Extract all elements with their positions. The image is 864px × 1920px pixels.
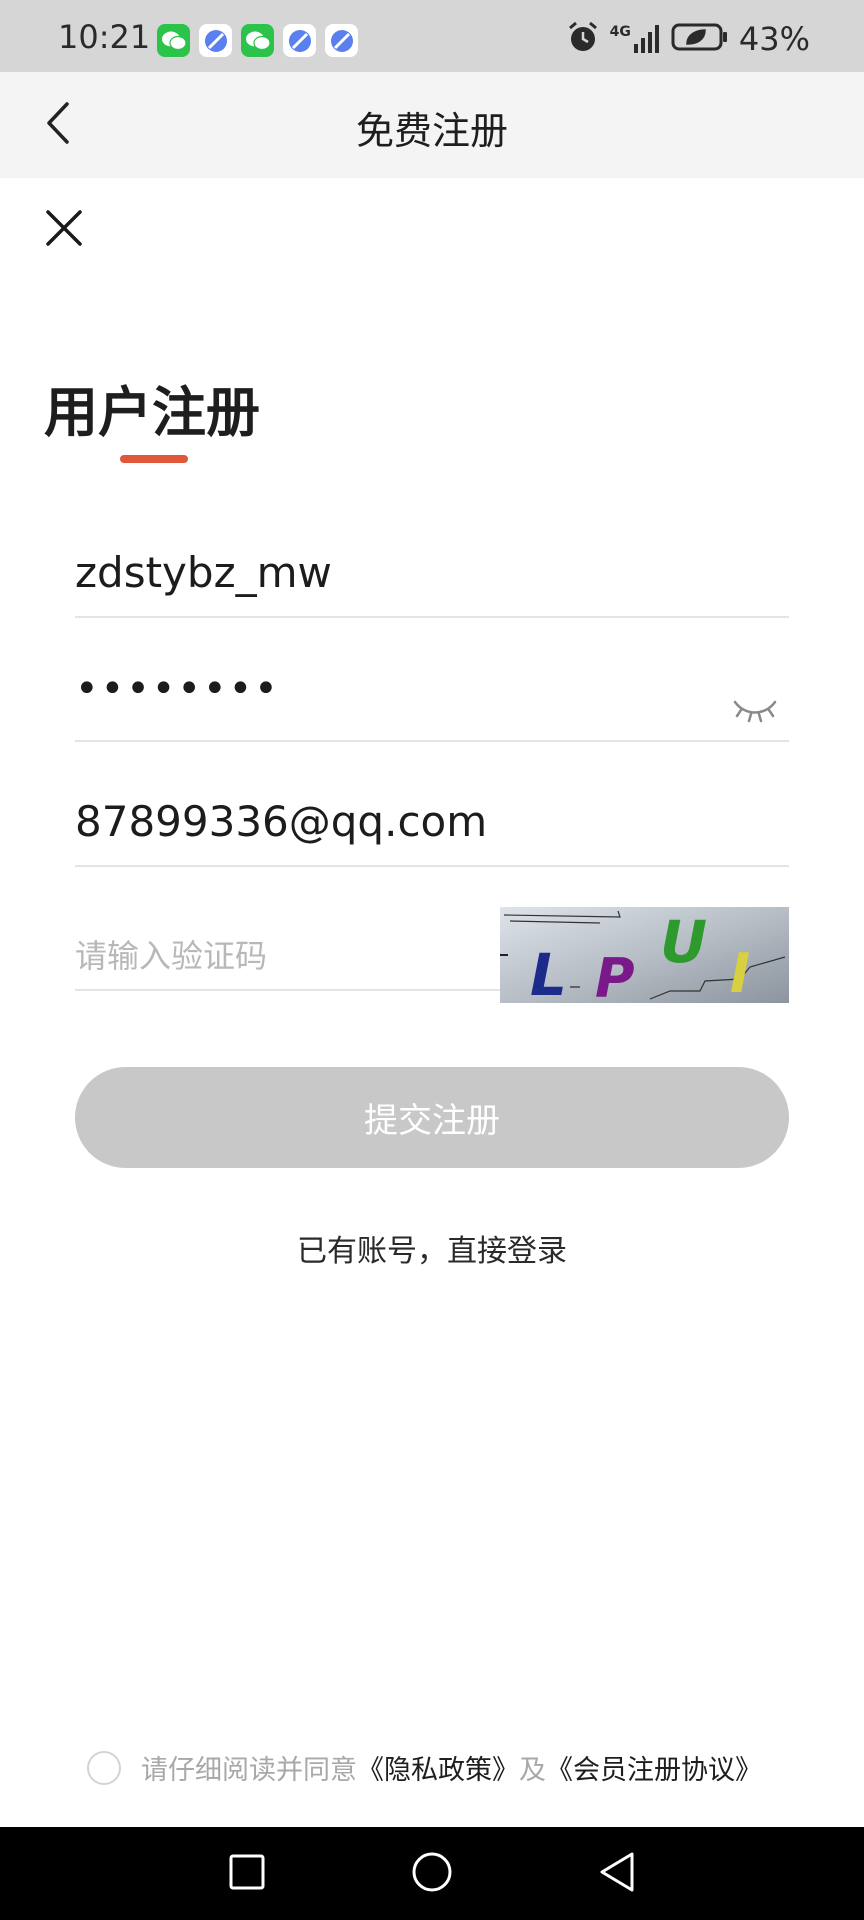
navigation-bar [0, 1827, 864, 1920]
system-back-button[interactable] [590, 1847, 644, 1901]
recent-apps-button[interactable] [220, 1847, 274, 1901]
network-type: 4G [609, 24, 631, 40]
svg-text:U: U [660, 908, 707, 976]
email-value: 87899336@qq.com [75, 797, 488, 846]
login-link[interactable]: 已有账号，直接登录 [0, 1226, 864, 1270]
wechat-icon [157, 24, 190, 57]
status-time: 10:21 [58, 18, 151, 56]
app-icon [283, 24, 316, 57]
captcha-placeholder: 请输入验证码 [75, 937, 268, 975]
battery-icon [671, 22, 729, 56]
home-icon [410, 1850, 454, 1898]
status-indicators: 4G 43% [566, 20, 810, 58]
agreement-conjunction: 及 [519, 1755, 546, 1786]
form-heading: 用户注册 [44, 381, 260, 444]
captcha-field[interactable]: 请输入验证码 L P U I [75, 885, 789, 1010]
svg-text:P: P [595, 947, 635, 1003]
agree-checkbox[interactable] [87, 1750, 121, 1785]
member-agreement-link[interactable]: 《会员注册协议》 [546, 1748, 762, 1787]
home-button[interactable] [405, 1847, 459, 1901]
app-icon [199, 24, 232, 57]
signal-icon: 4G [610, 24, 661, 54]
email-field[interactable]: 87899336@qq.com [75, 761, 789, 867]
password-field[interactable]: •••••••• [75, 636, 789, 742]
eye-closed-icon[interactable] [731, 696, 779, 726]
notification-icons [157, 24, 358, 57]
username-field[interactable]: zdstybz_mw [75, 512, 789, 618]
agreement-prefix: 请仔细阅读并同意 [141, 1755, 357, 1786]
recent-apps-icon [227, 1852, 267, 1896]
wechat-icon [241, 24, 274, 57]
alarm-icon [566, 20, 600, 58]
page-title: 免费注册 [355, 109, 508, 153]
password-value: •••••••• [75, 666, 280, 712]
close-button[interactable] [36, 202, 92, 258]
status-bar: 10:21 4G 43% [0, 0, 864, 72]
agreement-row: 请仔细阅读并同意 《隐私政策》 及 《会员注册协议》 [87, 1748, 762, 1787]
app-icon [325, 24, 358, 57]
svg-text:I: I [730, 942, 750, 1003]
username-value: zdstybz_mw [75, 548, 332, 597]
back-icon [596, 1850, 638, 1898]
battery-percent: 43% [738, 20, 810, 58]
heading-underline [120, 455, 188, 463]
title-bar: 免费注册 [0, 72, 864, 178]
privacy-policy-link[interactable]: 《隐私政策》 [357, 1748, 519, 1787]
captcha-image[interactable]: L P U I [500, 907, 789, 1010]
captcha-char-L: L [530, 941, 567, 1003]
close-icon [44, 208, 84, 252]
submit-button[interactable]: 提交注册 [75, 1067, 789, 1168]
